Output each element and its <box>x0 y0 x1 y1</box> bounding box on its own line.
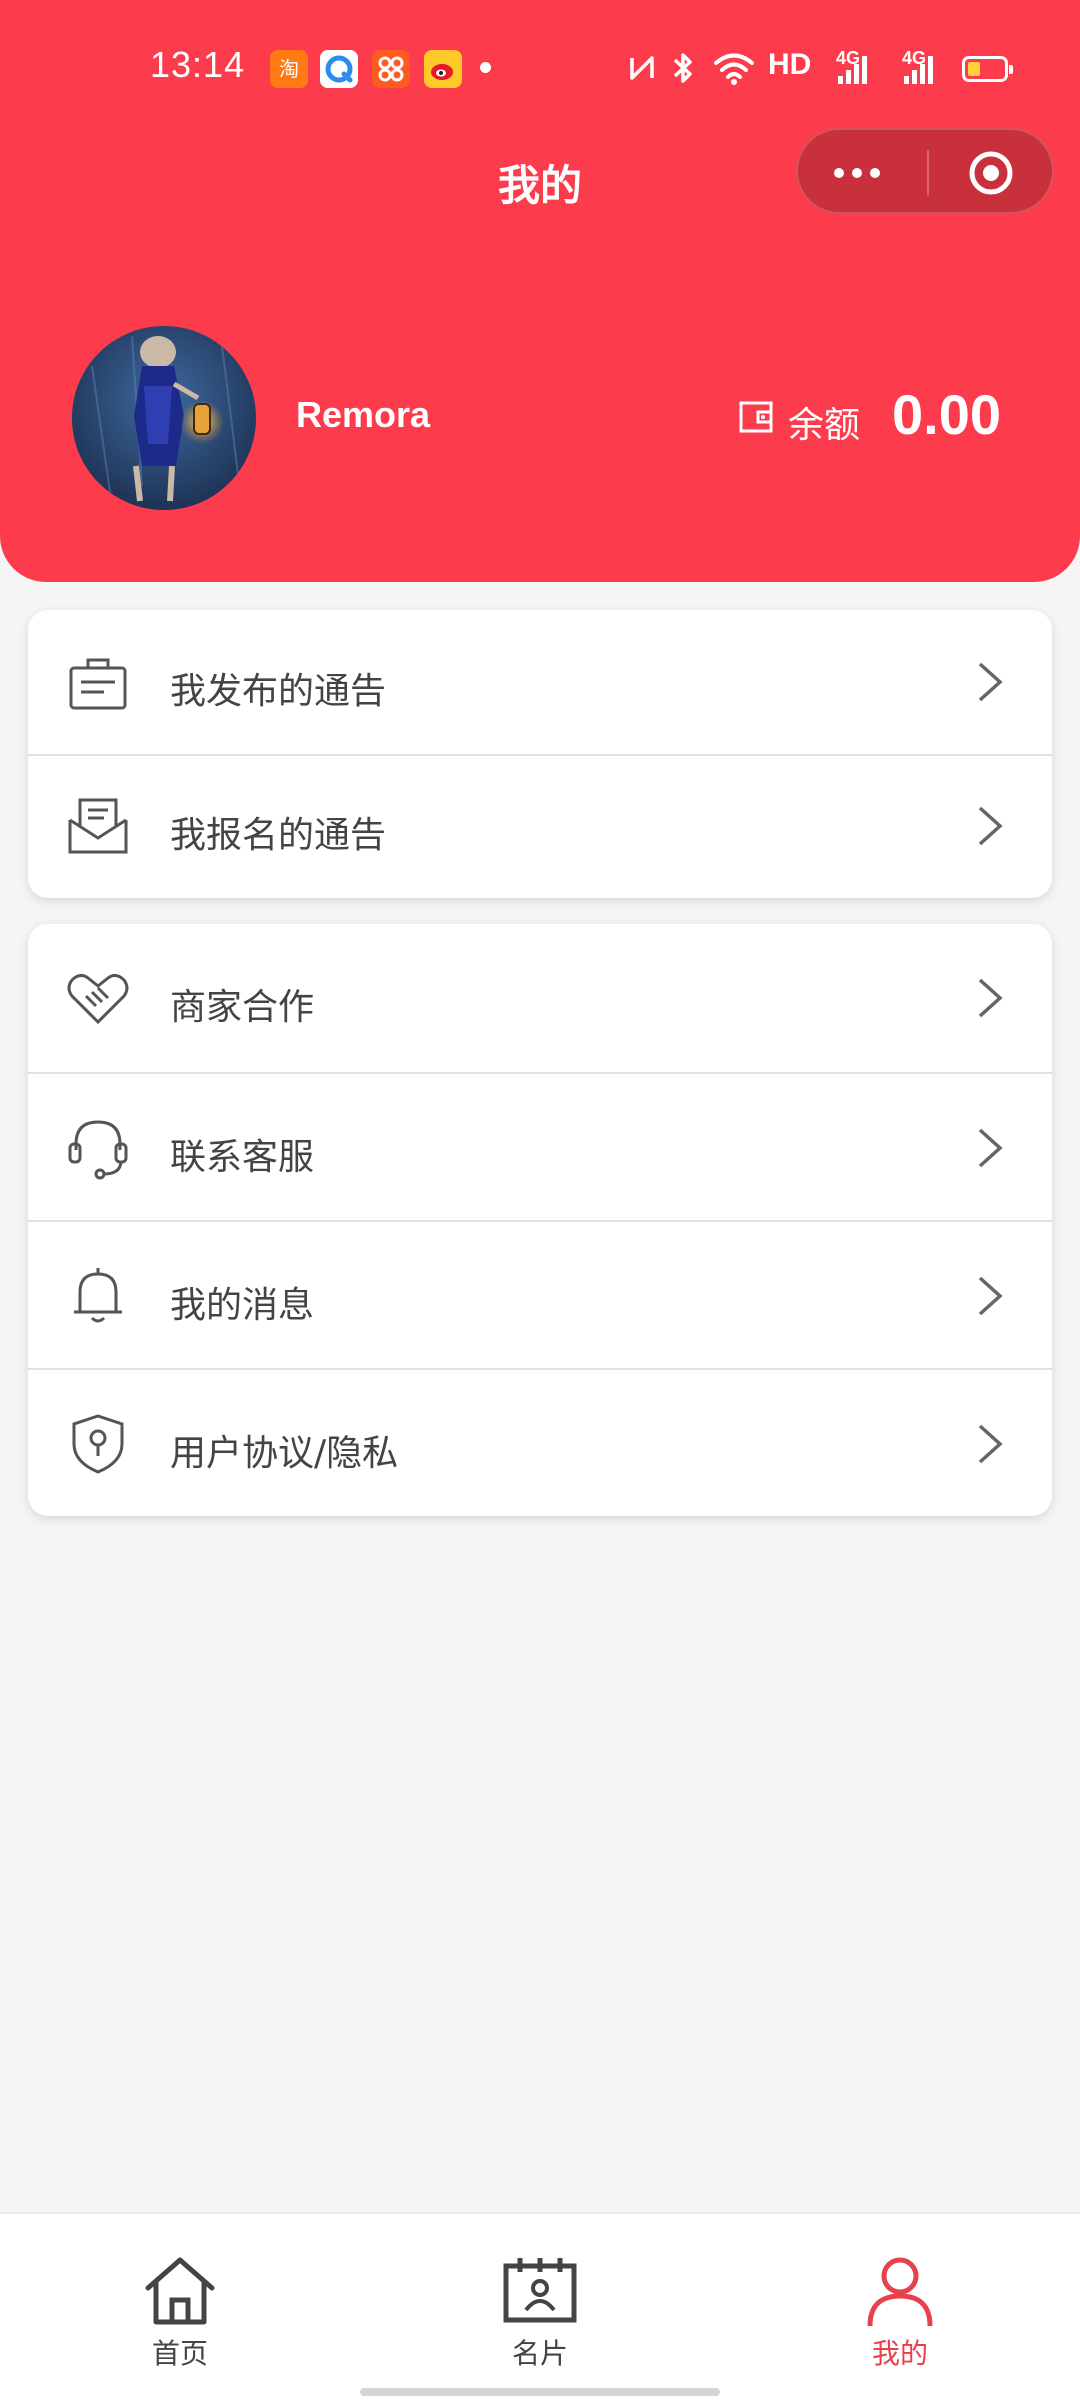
wallet-icon <box>739 401 773 433</box>
menu-item-label: 我的消息 <box>170 1285 315 1326</box>
tab-home[interactable]: 首页 <box>80 2214 280 2384</box>
balance-value: 0.00 <box>892 383 1001 446</box>
taobao-icon: 淘 <box>270 50 308 88</box>
handshake-icon <box>67 973 129 1025</box>
bluetooth-icon <box>673 53 692 83</box>
home-indicator[interactable] <box>360 2388 720 2396</box>
notification-dot <box>480 62 491 73</box>
app-grid-icon <box>372 50 410 88</box>
chevron-right-icon <box>978 1276 1003 1316</box>
avatar[interactable] <box>72 326 256 510</box>
tab-label: 我的 <box>871 2337 928 2370</box>
chevron-right-icon <box>978 978 1003 1018</box>
browser-icon <box>320 50 358 88</box>
menu-item-contact-support[interactable]: 联系客服 <box>28 1072 1052 1220</box>
bell-icon <box>74 1268 122 1323</box>
weibo-icon <box>424 50 462 88</box>
status-time: 13:14 <box>150 44 246 85</box>
menu-item-my-messages[interactable]: 我的消息 <box>28 1220 1052 1368</box>
menu-item-published-announcements[interactable]: 我发布的通告 <box>28 610 1052 754</box>
menu-card-announcements: 我发布的通告 我报名的通告 <box>28 610 1052 898</box>
chevron-right-icon <box>978 1128 1003 1168</box>
battery-icon <box>962 56 1013 82</box>
shield-icon <box>72 1414 124 1474</box>
home-icon <box>145 2257 215 2325</box>
signal-icon-2 <box>904 56 933 84</box>
headset-icon <box>68 1120 128 1180</box>
status-bar: 13:14 淘 HD 4G 4G <box>0 0 1080 136</box>
wifi-icon <box>714 53 754 85</box>
network-label: HD <box>768 48 812 81</box>
tab-bar: 首页 名片 我的 <box>0 2212 1080 2400</box>
menu-item-label: 联系客服 <box>170 1137 315 1178</box>
chevron-right-icon <box>978 662 1003 702</box>
tab-card[interactable]: 名片 <box>440 2214 640 2384</box>
more-icon[interactable] <box>828 130 908 216</box>
chevron-right-icon <box>978 806 1003 846</box>
menu-item-user-agreement[interactable]: 用户协议/隐私 <box>28 1368 1052 1516</box>
miniapp-capsule <box>796 128 1054 214</box>
menu-item-label: 商家合作 <box>170 987 315 1028</box>
menu-item-label: 我报名的通告 <box>170 815 387 856</box>
balance-label: 余额 <box>788 405 861 446</box>
menu-item-label: 我发布的通告 <box>170 671 387 712</box>
tab-label: 名片 <box>511 2337 568 2370</box>
menu-item-business-cooperation[interactable]: 商家合作 <box>28 924 1052 1072</box>
menu-item-label: 用户协议/隐私 <box>170 1433 399 1474</box>
capsule-divider <box>927 150 929 196</box>
envelope-icon <box>68 798 128 854</box>
svg-text:淘: 淘 <box>279 57 299 81</box>
username: Remora <box>296 394 431 435</box>
briefcase-icon <box>69 658 127 710</box>
menu-card-services: 商家合作 联系客服 我的消息 用户协议/隐私 <box>28 924 1052 1516</box>
user-icon <box>867 2257 933 2327</box>
chevron-right-icon <box>978 1424 1003 1464</box>
signal-icon <box>838 56 867 84</box>
nfc-icon <box>630 56 654 80</box>
profile-header: 13:14 淘 HD 4G 4G 我的 Remora 余额 0.00 <box>0 0 1080 582</box>
menu-item-applied-announcements[interactable]: 我报名的通告 <box>28 754 1052 898</box>
target-icon[interactable] <box>968 150 1014 196</box>
tab-label: 首页 <box>151 2337 208 2370</box>
tab-mine[interactable]: 我的 <box>800 2214 1000 2384</box>
card-icon <box>503 2258 577 2323</box>
